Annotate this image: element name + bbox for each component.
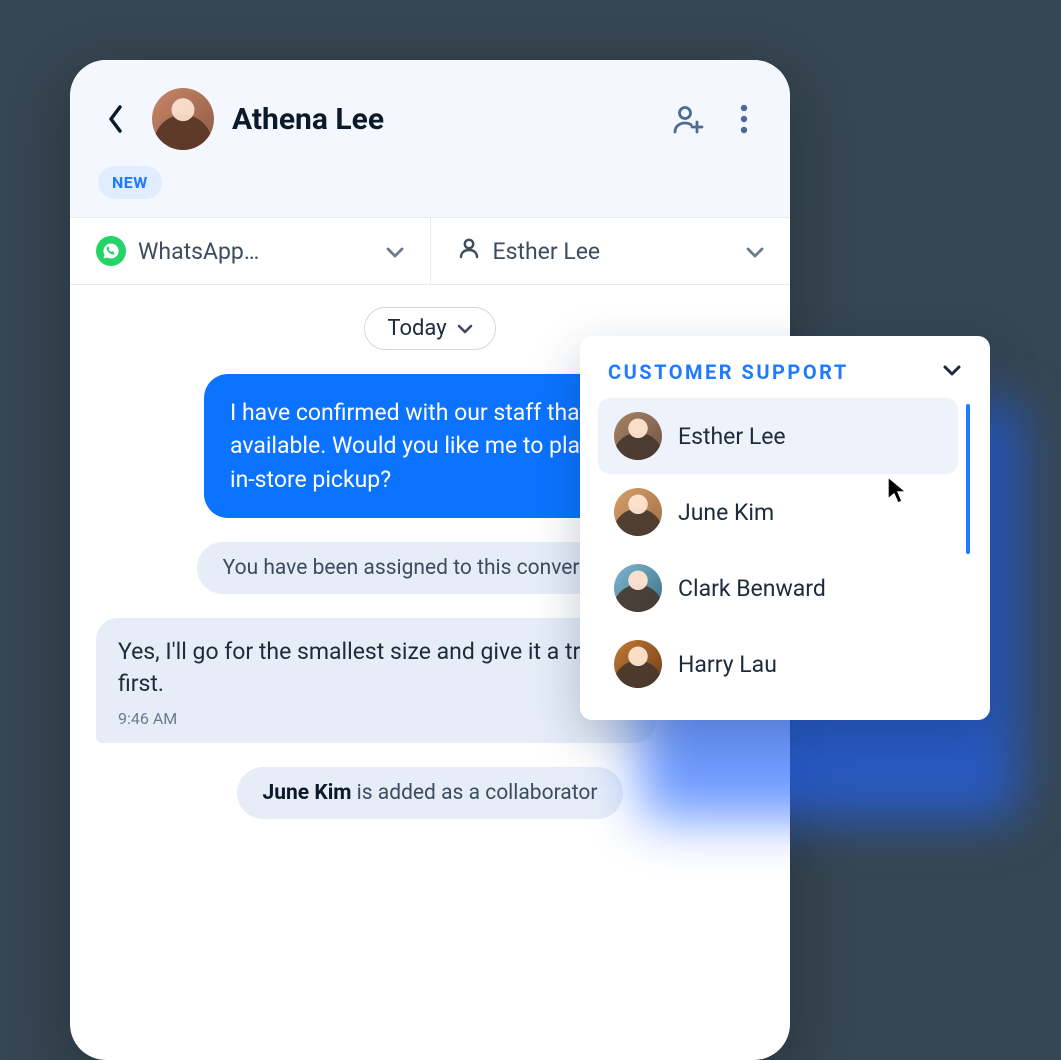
agent-item[interactable]: Esther Lee <box>598 398 958 474</box>
date-filter-pill[interactable]: Today <box>364 307 495 350</box>
popover-title: CUSTOMER SUPPORT <box>608 360 849 384</box>
channel-label: WhatsApp… <box>138 238 259 265</box>
date-label: Today <box>387 316 446 341</box>
back-button[interactable] <box>98 101 134 137</box>
chevron-down-icon <box>746 238 764 265</box>
selector-bar: WhatsApp… Esther Lee <box>70 217 790 285</box>
agent-avatar <box>614 488 662 536</box>
agent-avatar <box>614 640 662 688</box>
chevron-down-icon <box>457 324 473 334</box>
agent-avatar <box>614 412 662 460</box>
contact-name: Athena Lee <box>232 102 652 137</box>
agent-name: June Kim <box>678 499 774 526</box>
channel-selector[interactable]: WhatsApp… <box>70 218 430 284</box>
more-menu-icon[interactable] <box>726 101 762 137</box>
agent-item[interactable]: Harry Lau <box>598 626 958 702</box>
person-icon <box>457 236 481 266</box>
assignee-popover: CUSTOMER SUPPORT Esther Lee June Kim Cla… <box>580 336 990 720</box>
add-person-icon[interactable] <box>670 101 706 137</box>
agent-item[interactable]: Clark Benward <box>598 550 958 626</box>
agent-name: Harry Lau <box>678 651 777 678</box>
status-badge-new: NEW <box>98 166 162 199</box>
whatsapp-icon <box>96 236 126 266</box>
collaborator-name: June Kim <box>263 781 352 805</box>
message-text: Yes, I'll go for the smallest size and g… <box>118 636 634 700</box>
message-bubble-incoming[interactable]: Yes, I'll go for the smallest size and g… <box>96 618 656 743</box>
agent-list[interactable]: Esther Lee June Kim Clark Benward Harry … <box>598 398 972 702</box>
assignee-label: Esther Lee <box>493 238 601 265</box>
agent-item[interactable]: June Kim <box>598 474 958 550</box>
agent-name: Clark Benward <box>678 575 826 602</box>
agent-name: Esther Lee <box>678 423 786 450</box>
system-message-collaborator: June Kim is added as a collaborator <box>237 767 624 819</box>
agent-avatar <box>614 564 662 612</box>
collaborator-suffix: is added as a collaborator <box>351 781 597 805</box>
chat-header: Athena Lee NEW <box>70 60 790 217</box>
message-timestamp: 9:46 AM <box>118 708 634 730</box>
chevron-down-icon[interactable] <box>942 363 962 382</box>
assignee-selector[interactable]: Esther Lee <box>430 218 791 284</box>
contact-avatar[interactable] <box>152 88 214 150</box>
chevron-down-icon <box>386 238 404 265</box>
